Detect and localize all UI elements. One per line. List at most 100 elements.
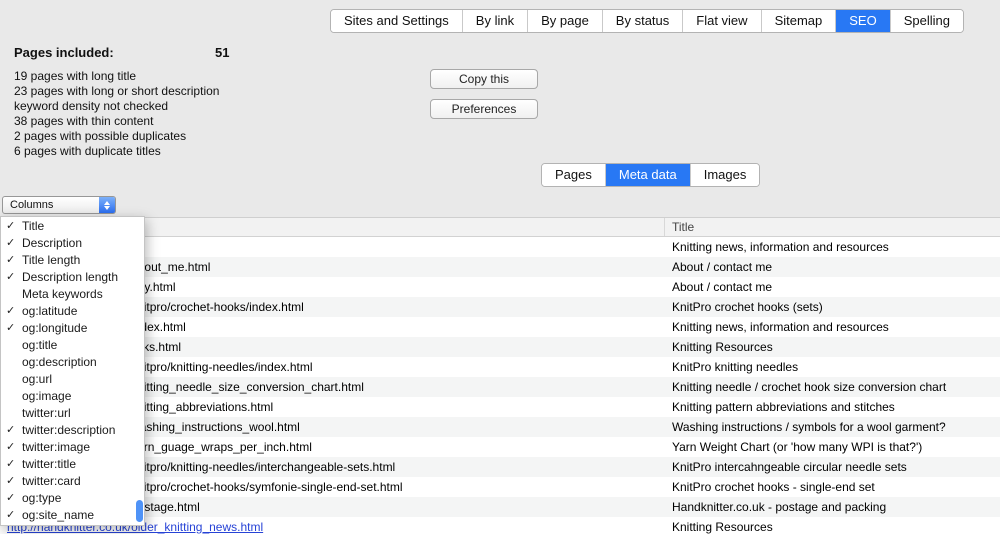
view-tab-images[interactable]: Images [690,164,760,186]
title-cell: Knitting Resources [665,340,1000,354]
menu-item-og-title[interactable]: og:title [1,337,144,354]
table-row[interactable]: http://handknitter.co.uk/buy.htmlAbout /… [0,277,1000,297]
table-row[interactable]: http://handknitter.co.uk/index.htmlKnitt… [0,317,1000,337]
preferences-button[interactable]: Preferences [430,99,538,119]
title-cell: About / contact me [665,280,1000,294]
top-tab-sites-and-settings[interactable]: Sites and Settings [331,10,462,32]
checkmark-icon: ✓ [6,456,15,473]
top-tab-by-link[interactable]: By link [462,10,527,32]
menu-item-label: Title length [22,253,80,267]
table-row[interactable]: http://handknitter.co.uk/knitting_abbrev… [0,397,1000,417]
title-cell: KnitPro knitting needles [665,360,1000,374]
checkmark-icon: ✓ [6,235,15,252]
checkmark-icon: ✓ [6,320,15,337]
checkmark-icon: ✓ [6,252,15,269]
top-tab-seo[interactable]: SEO [835,10,889,32]
checkmark-icon: ✓ [6,507,15,524]
app-window: Sites and SettingsBy linkBy pageBy statu… [0,0,1000,534]
title-cell: Knitting needle / crochet hook size conv… [665,380,1000,394]
top-tab-by-status[interactable]: By status [602,10,682,32]
copy-this-button[interactable]: Copy this [430,69,538,89]
table-header: Title [0,217,1000,237]
table-row[interactable]: http://handknitter.co.uk/knitpro/knittin… [0,457,1000,477]
table-row[interactable]: http://handknitter.co.uk/yarn_guage_wrap… [0,437,1000,457]
menu-scrollbar-thumb[interactable] [136,500,143,522]
stat-line: 2 pages with possible duplicates [14,129,274,144]
menu-item-label: Meta keywords [22,287,103,301]
table-body: http://handknitter.co.ukKnitting news, i… [0,237,1000,534]
stats-heading: Pages included: [14,45,114,60]
menu-item-meta-keywords[interactable]: Meta keywords [1,286,144,303]
top-tab-flat-view[interactable]: Flat view [682,10,760,32]
title-cell: KnitPro crochet hooks - single-end set [665,480,1000,494]
menu-item-og-type[interactable]: ✓ og:type [1,490,144,507]
menu-item-label: twitter:title [22,457,76,471]
menu-item-label: og:longitude [22,321,87,335]
title-cell: KnitPro intercahngeable circular needle … [665,460,1000,474]
title-cell: Knitting news, information and resources [665,240,1000,254]
stat-line: 6 pages with duplicate titles [14,144,274,159]
table-row[interactable]: http://handknitter.co.uk/older_knitting_… [0,517,1000,534]
menu-item-og-latitude[interactable]: ✓og:latitude [1,303,144,320]
stats-lines: 19 pages with long title23 pages with lo… [14,69,274,159]
stat-line: 23 pages with long or short description [14,84,274,99]
menu-item-label: Description [22,236,82,250]
table-row[interactable]: http://handknitter.co.uk/knitting_needle… [0,377,1000,397]
title-cell: KnitPro crochet hooks (sets) [665,300,1000,314]
menu-item-title[interactable]: ✓Title [1,218,144,235]
table-row[interactable]: http://handknitter.co.uk/knitpro/crochet… [0,297,1000,317]
menu-item-og-longitude[interactable]: ✓ og:longitude [1,320,144,337]
menu-item-og-image[interactable]: og:image [1,388,144,405]
menu-item-label: og:image [22,389,71,403]
checkmark-icon: ✓ [6,439,15,456]
view-tab-meta-data[interactable]: Meta data [605,164,690,186]
menu-item-twitter-image[interactable]: ✓ twitter:image [1,439,144,456]
menu-item-description-length[interactable]: ✓Description length [1,269,144,286]
table-row[interactable]: http://handknitter.co.uk/knitpro/knittin… [0,357,1000,377]
menu-item-og-site-name[interactable]: ✓og:site_name [1,507,144,524]
columns-dropdown-button[interactable]: Columns [2,196,116,214]
results-table: Title http://handknitter.co.ukKnitting n… [0,217,1000,534]
table-row[interactable]: http://handknitter.co.uk/knitpro/crochet… [0,477,1000,497]
top-tab-spelling[interactable]: Spelling [890,10,963,32]
menu-item-label: og:title [22,338,57,352]
menu-item-label: og:url [22,372,52,386]
checkmark-icon: ✓ [6,303,15,320]
title-cell: Washing instructions / symbols for a woo… [665,420,1000,434]
view-tab-pages[interactable]: Pages [542,164,605,186]
checkmark-icon: ✓ [6,490,15,507]
menu-item-label: og:type [22,491,61,505]
menu-item-og-description[interactable]: og:description [1,354,144,371]
stats-count: 51 [215,45,229,60]
table-row[interactable]: http://handknitter.co.uk/postage.htmlHan… [0,497,1000,517]
view-tab-bar: PagesMeta dataImages [541,163,760,187]
menu-item-label: twitter:image [22,440,90,454]
stat-line: keyword density not checked [14,99,274,114]
table-row[interactable]: http://handknitter.co.uk/about_me.htmlAb… [0,257,1000,277]
title-cell: Handknitter.co.uk - postage and packing [665,500,1000,514]
menu-item-label: twitter:url [22,406,71,420]
menu-item-title-length[interactable]: ✓ Title length [1,252,144,269]
column-header-title[interactable]: Title [665,218,1000,236]
stats-header: Pages included: 51 [14,45,274,60]
table-row[interactable]: http://handknitter.co.ukKnitting news, i… [0,237,1000,257]
menu-item-twitter-url[interactable]: twitter:url [1,405,144,422]
table-row[interactable]: http://handknitter.co.uk/links.htmlKnitt… [0,337,1000,357]
menu-item-twitter-card[interactable]: ✓twitter:card [1,473,144,490]
top-tab-by-page[interactable]: By page [527,10,602,32]
checkmark-icon: ✓ [6,218,15,235]
checkmark-icon: ✓ [6,422,15,439]
top-tab-sitemap[interactable]: Sitemap [761,10,836,32]
menu-item-og-url[interactable]: og:url [1,371,144,388]
menu-item-description[interactable]: ✓ Description [1,235,144,252]
menu-item-twitter-title[interactable]: ✓ twitter:title [1,456,144,473]
menu-item-label: og:description [22,355,97,369]
title-cell: Knitting Resources [665,520,1000,534]
columns-label: Columns [3,199,53,211]
menu-item-twitter-description[interactable]: ✓twitter:description [1,422,144,439]
title-cell: About / contact me [665,260,1000,274]
table-row[interactable]: http://handknitter.co.uk/washing_instruc… [0,417,1000,437]
top-tab-bar: Sites and SettingsBy linkBy pageBy statu… [330,9,964,33]
title-cell: Yarn Weight Chart (or 'how many WPI is t… [665,440,1000,454]
stats-panel: Pages included: 51 19 pages with long ti… [14,45,274,159]
